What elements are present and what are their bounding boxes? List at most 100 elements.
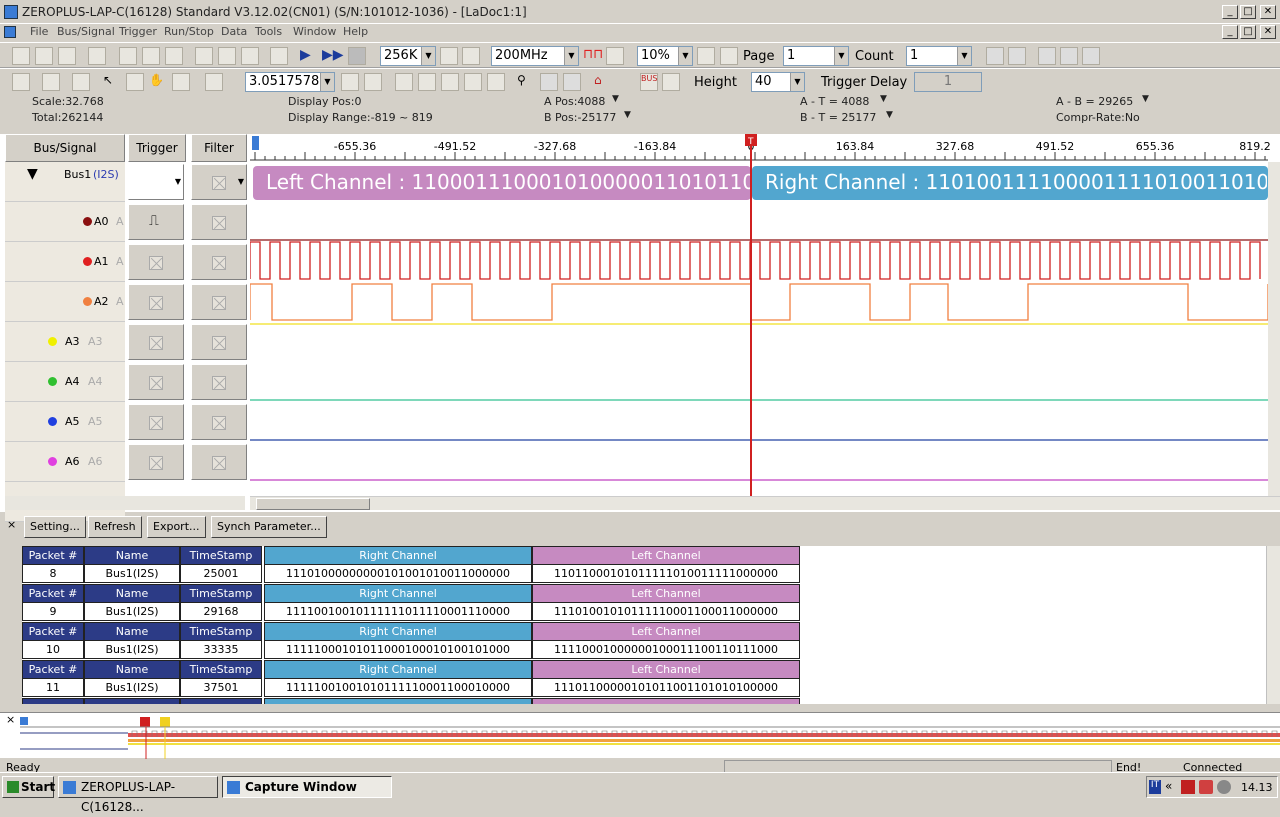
packet-cell-packet[interactable]: 10 — [22, 640, 84, 659]
trigger-cell-a6[interactable] — [128, 444, 184, 480]
filter-cell-a0[interactable] — [191, 204, 247, 240]
trigger-cell-a4[interactable] — [128, 364, 184, 400]
menu-window[interactable]: Window — [293, 25, 336, 38]
signal-row-a2[interactable]: A2 A — [5, 282, 125, 322]
packet-cell-name[interactable]: Bus1(I2S) — [84, 678, 180, 697]
tray-icon-1[interactable] — [1181, 780, 1195, 794]
memory-select[interactable]: 256K ▼ — [380, 46, 436, 66]
menu-file[interactable]: File — [30, 25, 48, 38]
cursor-icon-2[interactable] — [364, 73, 382, 91]
memory-icon-2[interactable] — [462, 47, 480, 65]
filter-cell-a2[interactable] — [191, 284, 247, 320]
filter-cell-a5[interactable] — [191, 404, 247, 440]
select-icon[interactable] — [126, 73, 144, 91]
packet-cell-right[interactable]: 11111000101011000100010100101000 — [264, 640, 532, 659]
height-select[interactable]: 40 ▼ — [751, 72, 805, 92]
zoom-select[interactable]: 10% ▼ — [637, 46, 693, 66]
packet-cell-left[interactable]: 11101100000101011001101010100000 — [532, 678, 800, 697]
trigger-delay-field[interactable]: 1 — [914, 72, 982, 92]
packet-cell-name[interactable]: Bus1(I2S) — [84, 602, 180, 621]
expand-icon[interactable]: ▼ — [27, 166, 38, 182]
page-select[interactable]: 1 ▼ — [783, 46, 849, 66]
rate-icon[interactable] — [606, 47, 624, 65]
layout-icon[interactable] — [205, 73, 223, 91]
vertical-scrollbar[interactable] — [1268, 162, 1280, 496]
tool-icon-4[interactable] — [195, 47, 213, 65]
tray-expand-icon[interactable]: « — [1165, 779, 1172, 793]
a-pos-dropdown-icon[interactable]: ▼ — [612, 94, 619, 104]
calendar-icon[interactable] — [172, 73, 190, 91]
packet-cell-timestamp[interactable]: 37501 — [180, 678, 262, 697]
binoculars-icon[interactable]: ⚲ — [517, 73, 535, 91]
print-icon[interactable] — [88, 47, 106, 65]
disabled-icon-2[interactable] — [1008, 47, 1026, 65]
bar-icon-3[interactable] — [441, 73, 459, 91]
a-b-dropdown-icon[interactable]: ▼ — [1142, 94, 1149, 104]
disabled-icon-3[interactable] — [1038, 47, 1056, 65]
filter-header[interactable]: Filter — [191, 134, 247, 162]
a-t-dropdown-icon[interactable]: ▼ — [880, 94, 887, 104]
rate-select[interactable]: 200MHz ▼ — [491, 46, 579, 66]
packet-cell-timestamp[interactable]: 33335 — [180, 640, 262, 659]
language-icon[interactable]: IT — [1149, 780, 1161, 794]
signal-row-a6[interactable]: A6 A6 — [5, 442, 125, 482]
trigger-cell-a3[interactable] — [128, 324, 184, 360]
search-prev-icon[interactable] — [540, 73, 558, 91]
run-repeat-icon[interactable]: ▶▶ — [322, 47, 344, 65]
close-panel-icon[interactable]: × — [7, 518, 16, 531]
taskbar-app-capture[interactable]: Capture Window — [222, 776, 392, 798]
filter-cell-a3[interactable] — [191, 324, 247, 360]
memory-icon-1[interactable] — [440, 47, 458, 65]
grid-icon-2[interactable] — [42, 73, 60, 91]
packet-cell-right[interactable]: 11101000000000101001010011000000 — [264, 564, 532, 583]
packet-vscroll[interactable] — [1266, 546, 1280, 704]
trigger-cell-a1[interactable] — [128, 244, 184, 280]
disabled-icon-1[interactable] — [986, 47, 1004, 65]
filter-cell-a1[interactable] — [191, 244, 247, 280]
signal-row-a3[interactable]: A3 A3 — [5, 322, 125, 362]
pointer-icon[interactable]: ↖ — [103, 73, 121, 91]
minimize-button[interactable]: _ — [1222, 5, 1238, 19]
overview-panel[interactable]: × — [0, 712, 1280, 759]
bus-row[interactable]: ▼ Bus1 (I2S) — [5, 162, 125, 202]
packet-cell-name[interactable]: Bus1(I2S) — [84, 640, 180, 659]
bus-config-icon[interactable] — [662, 73, 680, 91]
packet-cell-right[interactable]: 11111001001010111110001100010000 — [264, 678, 532, 697]
bar-icon-5[interactable] — [487, 73, 505, 91]
disabled-icon-5[interactable] — [1082, 47, 1100, 65]
tool-icon-7[interactable] — [270, 47, 288, 65]
start-button[interactable]: Start — [2, 776, 55, 798]
menu-trigger[interactable]: Trigger — [119, 25, 157, 38]
grid-icon-1[interactable] — [12, 73, 30, 91]
packet-cell-timestamp[interactable]: 29168 — [180, 602, 262, 621]
filter-cell-a4[interactable] — [191, 364, 247, 400]
hand-icon[interactable]: ✋ — [149, 73, 167, 91]
search-next-icon[interactable] — [563, 73, 581, 91]
tool-icon-5[interactable] — [218, 47, 236, 65]
signal-row-a1[interactable]: A1 A — [5, 242, 125, 282]
signal-row-a4[interactable]: A4 A4 — [5, 362, 125, 402]
b-pos-dropdown-icon[interactable]: ▼ — [624, 110, 631, 120]
bus-trigger-select[interactable]: ▼ — [128, 164, 184, 200]
cursor-icon-1[interactable] — [341, 73, 359, 91]
trigger-header[interactable]: Trigger — [128, 134, 186, 162]
bar-icon-1[interactable] — [395, 73, 413, 91]
bar-icon-4[interactable] — [464, 73, 482, 91]
refresh-button[interactable]: Refresh — [88, 516, 142, 538]
taskbar-app-zeroplus[interactable]: ZEROPLUS-LAP-C(16128... — [58, 776, 218, 814]
filter-cell-a6[interactable] — [191, 444, 247, 480]
setting-button[interactable]: Setting... — [24, 516, 86, 538]
open-icon[interactable] — [35, 47, 53, 65]
bus-signal-header[interactable]: Bus/Signal — [5, 134, 125, 162]
run-icon[interactable]: ▶ — [300, 47, 318, 65]
shield-icon[interactable] — [1199, 780, 1213, 794]
start-marker-icon[interactable] — [252, 136, 259, 150]
new-icon[interactable] — [12, 47, 30, 65]
packet-cell-timestamp[interactable]: 25001 — [180, 564, 262, 583]
save-icon[interactable] — [58, 47, 76, 65]
menu-bus-signal[interactable]: Bus/Signal — [57, 25, 115, 38]
signal-row-a0[interactable]: A0 A — [5, 202, 125, 242]
doc-minimize-button[interactable]: _ — [1222, 25, 1238, 39]
stop-icon[interactable] — [348, 47, 366, 65]
bar-icon-2[interactable] — [418, 73, 436, 91]
